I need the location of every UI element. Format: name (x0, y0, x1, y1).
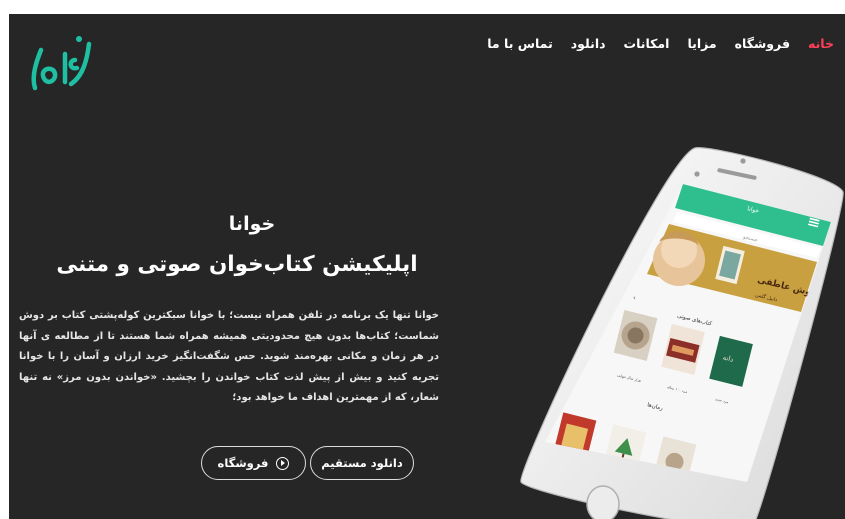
play-icon (276, 456, 290, 470)
nav-download[interactable]: دانلود (562, 36, 615, 51)
nav-advantages[interactable]: مزایا (678, 36, 725, 51)
hero-description: خوانا تنها یک برنامه در تلفن همراه نیست؛… (19, 310, 439, 404)
home-button (586, 485, 620, 519)
nav-home[interactable]: خانه (799, 36, 843, 51)
nav-features[interactable]: امکانات (615, 36, 679, 51)
direct-download-label: دانلود مستقیم (321, 456, 403, 470)
direct-download-button[interactable]: دانلود مستقیم (310, 446, 414, 480)
hero-subtitle: اپلیکیشن کتاب‌خوان صوتی و متنی (56, 252, 418, 277)
nav-contact[interactable]: تماس با ما (478, 36, 562, 51)
nav-store[interactable]: فروشگاه (726, 36, 799, 51)
khana-logo[interactable] (25, 30, 97, 96)
store-button-label: فروشگاه (217, 456, 269, 470)
hero-title: خوانا (228, 213, 276, 235)
phone-mockup: خوانا جستجو هوش عاطفی دانیل گلمن کتاب‌ها… (520, 147, 844, 519)
store-button[interactable]: فروشگاه (201, 446, 306, 480)
svg-text:‹: ‹ (633, 294, 636, 302)
main-nav: خانه فروشگاه مزایا امکانات دانلود تماس ب… (478, 36, 843, 51)
hero-section: خانه فروشگاه مزایا امکانات دانلود تماس ب… (9, 14, 845, 519)
